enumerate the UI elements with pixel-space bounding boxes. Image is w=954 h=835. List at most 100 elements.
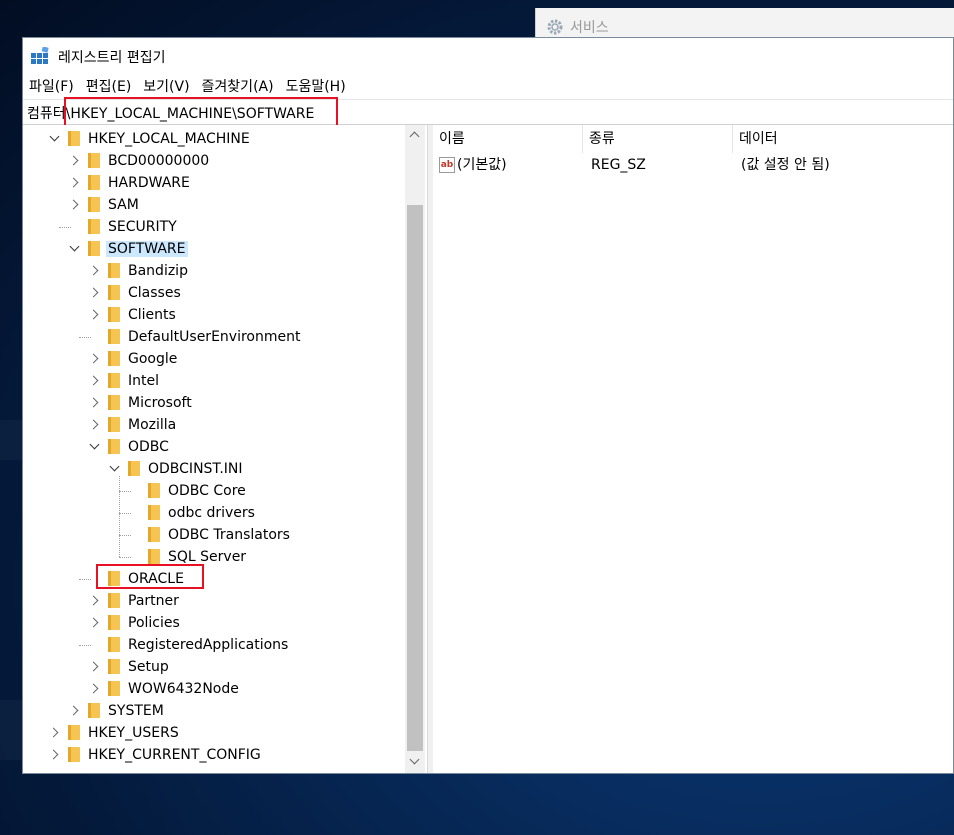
tree-item-intel[interactable]: Intel	[89, 370, 161, 392]
tree-item-classes[interactable]: Classes	[89, 282, 183, 304]
folder-icon	[145, 505, 160, 521]
menu-favorites[interactable]: 즐겨찾기(A)	[196, 76, 280, 98]
folder-icon	[85, 153, 100, 169]
menu-edit[interactable]: 편집(E)	[80, 76, 138, 98]
tree-item-odbc-drivers[interactable]: odbc drivers	[129, 502, 257, 524]
tree-item-microsoft[interactable]: Microsoft	[89, 392, 194, 414]
menu-bar: 파일(F) 편집(E) 보기(V) 즐겨찾기(A) 도움말(H)	[23, 76, 953, 98]
tree-item-mozilla[interactable]: Mozilla	[89, 414, 178, 436]
chevron-right-icon[interactable]	[89, 684, 99, 694]
folder-icon	[105, 681, 120, 697]
folder-icon	[85, 219, 100, 235]
tree-item-label: BCD00000000	[108, 153, 210, 169]
tree-item-label: Classes	[128, 285, 181, 301]
chevron-right-icon[interactable]	[49, 750, 59, 760]
chevron-right-icon[interactable]	[69, 706, 79, 716]
tree-item-security[interactable]: SECURITY	[69, 216, 179, 238]
tree-item-sam[interactable]: SAM	[69, 194, 141, 216]
chevron-right-icon[interactable]	[89, 618, 99, 628]
tree-item-bandizip[interactable]: Bandizip	[89, 260, 190, 282]
menu-view[interactable]: 보기(V)	[137, 76, 195, 98]
value-type: REG_SZ	[591, 157, 646, 173]
chevron-right-icon[interactable]	[69, 156, 79, 166]
gear-icon	[547, 19, 563, 35]
tree-item-bcd00000000[interactable]: BCD00000000	[69, 150, 211, 172]
chevron-right-icon[interactable]	[89, 354, 99, 364]
menu-file[interactable]: 파일(F)	[23, 76, 80, 98]
tree-item-label: Intel	[128, 373, 159, 389]
tree-item-label: HKEY_LOCAL_MACHINE	[88, 131, 250, 147]
scroll-thumb[interactable]	[407, 205, 423, 751]
folder-icon	[65, 131, 80, 147]
tree-item-partner[interactable]: Partner	[89, 590, 181, 612]
tree-item-label: Setup	[128, 659, 169, 675]
string-value-icon: ab	[439, 157, 455, 173]
tree-item-wow6432node[interactable]: WOW6432Node	[89, 678, 241, 700]
tree-item-system[interactable]: SYSTEM	[69, 700, 166, 722]
folder-icon	[85, 703, 100, 719]
value-row[interactable]: ab (기본값)	[439, 155, 939, 175]
tree-item-label: Partner	[128, 593, 179, 609]
chevron-right-icon[interactable]	[89, 662, 99, 672]
folder-icon	[105, 593, 120, 609]
key-tree[interactable]: HKEY_LOCAL_MACHINE BCD00000000 HARDWARE SAM…	[23, 125, 427, 773]
tree-item-odbc[interactable]: ODBC	[89, 436, 171, 458]
folder-icon	[145, 483, 160, 499]
menu-help[interactable]: 도움말(H)	[280, 76, 352, 98]
tree-item-registeredapplications[interactable]: RegisteredApplications	[89, 634, 290, 656]
chevron-down-icon[interactable]	[49, 134, 59, 144]
window-title: 레지스트리 편집기	[58, 50, 166, 66]
tree-item-odbc-translators[interactable]: ODBC Translators	[129, 524, 292, 546]
tree-connector-line	[119, 535, 131, 536]
folder-icon	[105, 373, 120, 389]
chevron-right-icon[interactable]	[69, 200, 79, 210]
tree-connector-line	[119, 557, 131, 558]
chevron-right-icon[interactable]	[89, 398, 99, 408]
tree-item-label: Clients	[128, 307, 176, 323]
tree-connector-line	[119, 476, 120, 557]
tree-item-odbcinst-ini[interactable]: ODBCINST.INI	[109, 458, 245, 480]
chevron-right-icon[interactable]	[89, 376, 99, 386]
tree-item-software[interactable]: SOFTWARE	[69, 238, 188, 260]
tree-item-hkey-users[interactable]: HKEY_USERS	[49, 722, 181, 744]
chevron-right-icon[interactable]	[49, 728, 59, 738]
column-header-data[interactable]: 데이터	[733, 125, 953, 153]
scroll-up-button[interactable]	[405, 125, 425, 145]
tree-item-defaultuserenvironment[interactable]: DefaultUserEnvironment	[89, 326, 302, 348]
folder-icon	[85, 197, 100, 213]
chevron-right-icon[interactable]	[69, 178, 79, 188]
tree-item-label: HARDWARE	[108, 175, 190, 191]
tree-item-label: SYSTEM	[108, 703, 164, 719]
tree-item-label: odbc drivers	[168, 505, 255, 521]
chevron-right-icon[interactable]	[89, 420, 99, 430]
folder-icon	[145, 527, 160, 543]
column-header-name[interactable]: 이름	[433, 125, 583, 153]
tree-item-policies[interactable]: Policies	[89, 612, 182, 634]
chevron-down-icon[interactable]	[109, 464, 119, 474]
column-header-type[interactable]: 종류	[583, 125, 733, 153]
tree-item-label: ODBC	[128, 439, 169, 455]
chevron-right-icon[interactable]	[89, 310, 99, 320]
chevron-down-icon[interactable]	[69, 244, 79, 254]
value-data: (값 설정 안 됨)	[741, 157, 830, 173]
tree-item-hardware[interactable]: HARDWARE	[69, 172, 192, 194]
chevron-down-icon[interactable]	[89, 442, 99, 452]
address-highlight-box	[64, 97, 338, 128]
chevron-right-icon[interactable]	[89, 596, 99, 606]
tree-item-setup[interactable]: Setup	[89, 656, 171, 678]
folder-icon	[105, 263, 120, 279]
tree-item-google[interactable]: Google	[89, 348, 179, 370]
value-list[interactable]: 이름 종류 데이터 ab (기본값) REG_SZ (값 설정 안 됨)	[433, 125, 953, 773]
tree-item-hkey-current-config[interactable]: HKEY_CURRENT_CONFIG	[49, 744, 263, 766]
chevron-right-icon[interactable]	[89, 288, 99, 298]
tree-item-clients[interactable]: Clients	[89, 304, 178, 326]
tree-item-hkey-local-machine[interactable]: HKEY_LOCAL_MACHINE	[49, 128, 252, 150]
tree-item-odbc-core[interactable]: ODBC Core	[129, 480, 248, 502]
tree-scrollbar[interactable]	[405, 125, 425, 773]
tree-item-label: Mozilla	[128, 417, 177, 433]
scroll-down-button[interactable]	[405, 753, 425, 773]
title-bar[interactable]: 레지스트리 편집기	[23, 38, 953, 75]
chevron-right-icon[interactable]	[89, 266, 99, 276]
tree-connector-line	[59, 227, 71, 228]
tree-item-label: ODBC Core	[168, 483, 246, 499]
